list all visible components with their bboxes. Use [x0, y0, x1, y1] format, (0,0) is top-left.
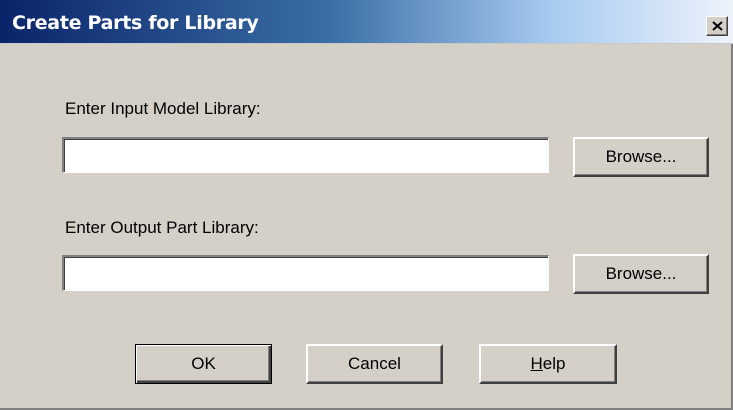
output-part-label: Enter Output Part Library:	[65, 218, 259, 237]
title-bar[interactable]: Create Parts for Library	[0, 0, 733, 44]
output-part-browse-button[interactable]: Browse...	[573, 254, 709, 294]
input-model-field[interactable]	[62, 137, 549, 173]
input-model-browse-button[interactable]: Browse...	[573, 137, 709, 177]
close-icon	[712, 21, 723, 31]
window-title: Create Parts for Library	[12, 12, 259, 34]
close-button[interactable]	[706, 16, 728, 36]
create-parts-dialog: Create Parts for Library Enter Input Mod…	[0, 0, 733, 410]
input-model-label: Enter Input Model Library:	[65, 99, 261, 118]
ok-button[interactable]: OK	[135, 344, 272, 384]
help-button[interactable]: Help	[479, 344, 617, 384]
cancel-button[interactable]: Cancel	[306, 344, 443, 384]
output-part-field[interactable]	[62, 255, 549, 291]
